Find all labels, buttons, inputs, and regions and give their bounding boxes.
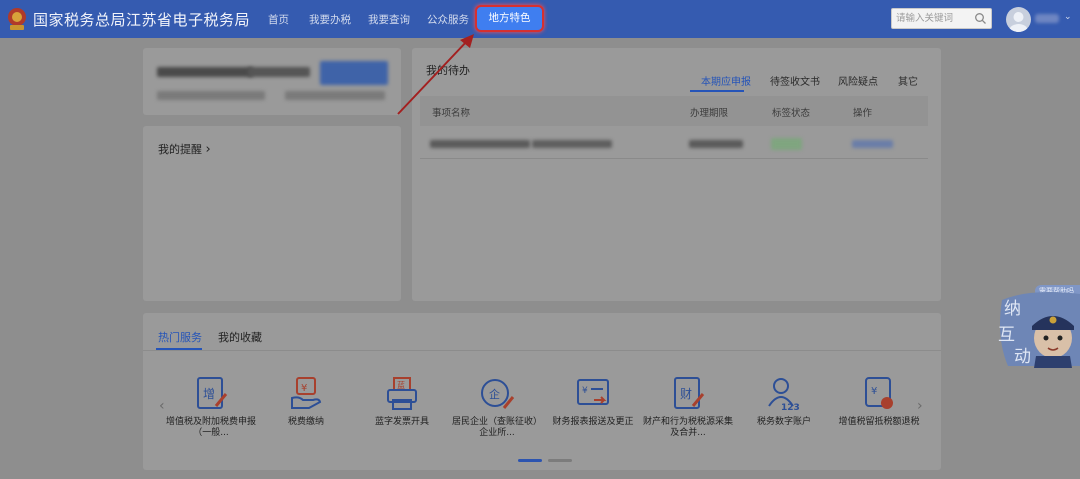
annotation-arrow (397, 34, 474, 115)
